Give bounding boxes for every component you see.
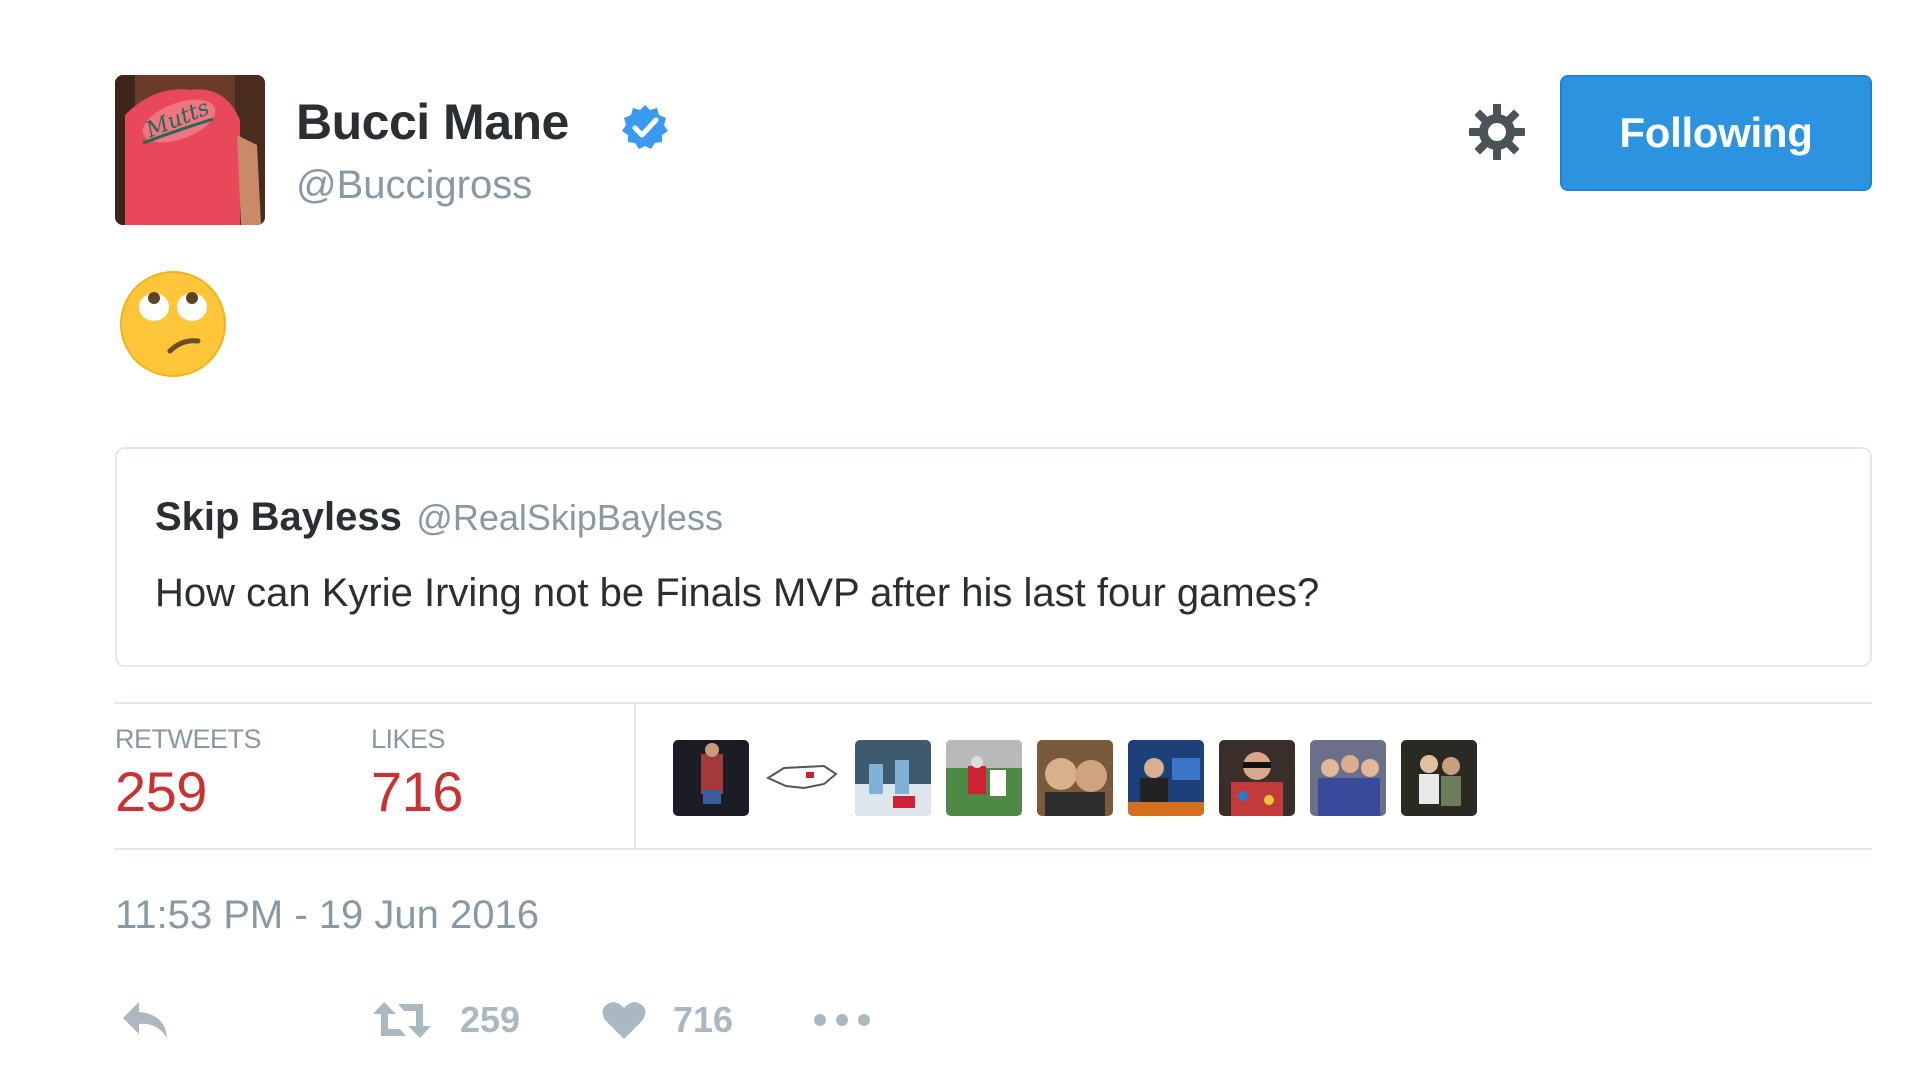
- heart-icon: [602, 1002, 646, 1039]
- liker-avatar[interactable]: [1401, 740, 1477, 816]
- quoted-author-handle: @RealSkipBayless: [416, 497, 723, 538]
- liker-avatars: [673, 740, 1477, 816]
- quoted-author-name: Skip Bayless: [155, 495, 402, 539]
- tweet-card: Mutts Bucci Mane @Buccigross Following S…: [115, 75, 1872, 1075]
- more-dots-icon: [814, 1014, 870, 1026]
- retweets-count: 259: [115, 760, 207, 823]
- liker-avatar[interactable]: [1219, 740, 1295, 816]
- liker-avatar[interactable]: [1037, 740, 1113, 816]
- liker-avatar[interactable]: [673, 740, 749, 816]
- liker-avatar[interactable]: [946, 740, 1022, 816]
- retweet-action-count: 259: [460, 999, 521, 1040]
- verified-badge-icon: [622, 105, 668, 149]
- tweet-stats: RETWEETS 259 LIKES 716: [115, 702, 1872, 850]
- quoted-tweet-header: Skip Bayless @RealSkipBayless: [155, 495, 723, 540]
- likes-stat[interactable]: LIKES 716: [371, 724, 463, 824]
- quoted-tweet[interactable]: Skip Bayless @RealSkipBayless How can Ky…: [115, 447, 1872, 667]
- retweet-icon: [373, 1002, 431, 1038]
- author-handle[interactable]: @Buccigross: [296, 163, 532, 208]
- rolling-eyes-emoji-icon: [120, 271, 226, 377]
- likes-count: 716: [371, 760, 463, 823]
- following-button[interactable]: Following: [1560, 75, 1872, 191]
- liker-avatar[interactable]: [855, 740, 931, 816]
- retweets-label: RETWEETS: [115, 724, 262, 754]
- quoted-tweet-text: How can Kyrie Irving not be Finals MVP a…: [155, 571, 1320, 615]
- reply-icon: [123, 1002, 167, 1038]
- gear-icon[interactable]: [1465, 100, 1529, 164]
- like-button[interactable]: 716: [601, 985, 733, 1055]
- more-options-button[interactable]: [810, 985, 874, 1055]
- reply-button[interactable]: [119, 985, 171, 1055]
- author-name[interactable]: Bucci Mane: [296, 93, 569, 151]
- liker-avatar[interactable]: [764, 740, 840, 816]
- retweets-stat[interactable]: RETWEETS 259: [115, 724, 262, 824]
- stats-divider: [634, 704, 636, 850]
- liker-avatar[interactable]: [1310, 740, 1386, 816]
- tweet-header: Mutts Bucci Mane @Buccigross Following: [115, 75, 1872, 225]
- tweet-actions: 259 716: [115, 985, 1115, 1055]
- liker-avatar[interactable]: [1128, 740, 1204, 816]
- like-action-count: 716: [673, 999, 734, 1040]
- likes-label: LIKES: [371, 724, 446, 754]
- retweet-button[interactable]: 259: [370, 985, 520, 1055]
- author-avatar[interactable]: Mutts: [115, 75, 265, 225]
- tweet-timestamp[interactable]: 11:53 PM - 19 Jun 2016: [115, 893, 539, 938]
